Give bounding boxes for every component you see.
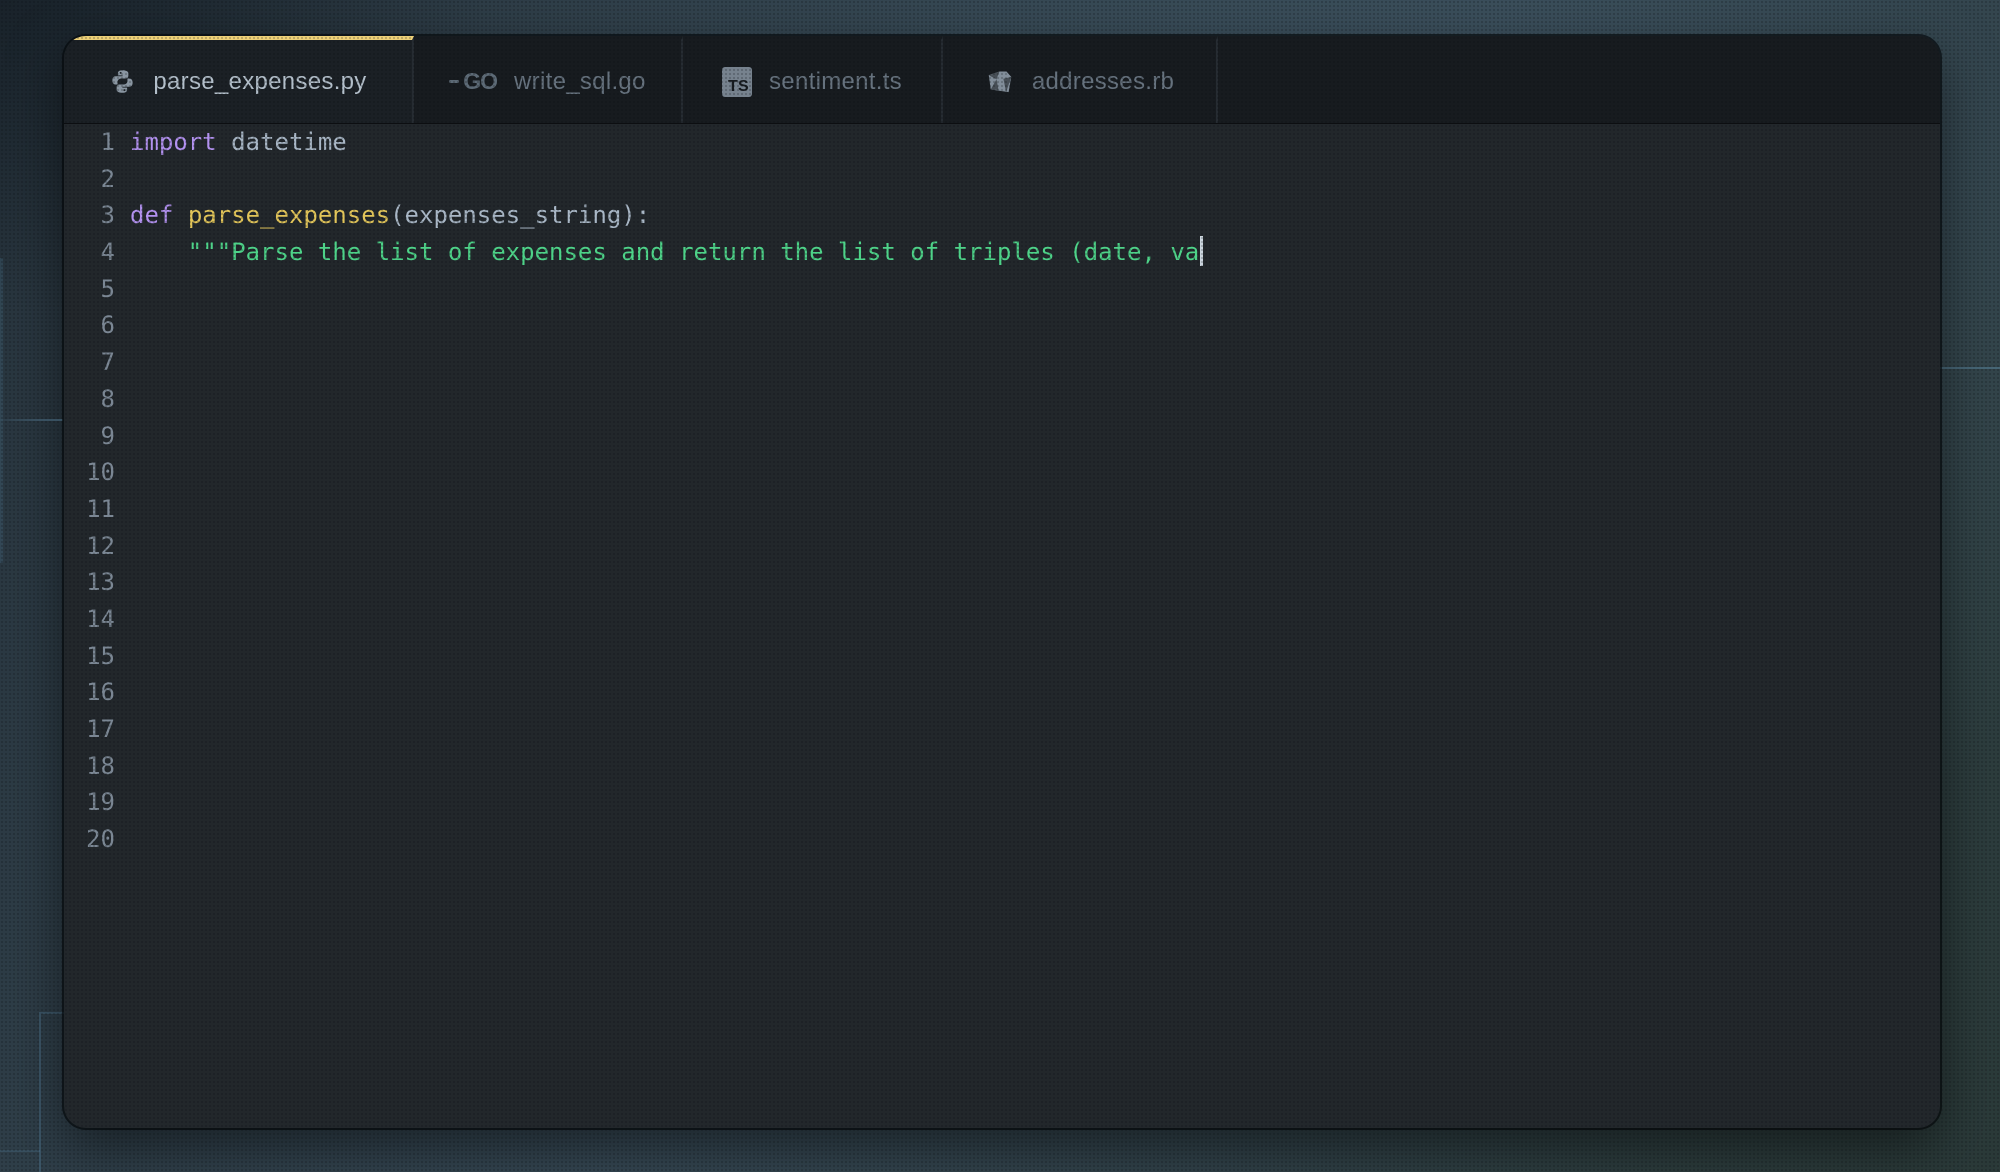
tab-write-sql-go[interactable]: GO write_sql.go (414, 36, 683, 123)
line-number: 7 (100, 348, 115, 377)
line-number: 8 (100, 384, 115, 413)
desktop-background: { "tabs": [ { "label": "parse_expenses.p… (0, 0, 2000, 1172)
line-number: 14 (86, 604, 115, 633)
code-line[interactable]: 7 (64, 344, 1940, 381)
tab-parse-expenses-py[interactable]: parse_expenses.py (64, 36, 414, 123)
text-cursor (1200, 236, 1204, 267)
code-text: def parse_expenses(expenses_string): (130, 201, 651, 230)
line-number: 9 (100, 421, 115, 450)
line-number: 17 (86, 715, 115, 743)
code-line[interactable]: 12 (64, 528, 1940, 565)
code-line[interactable]: 5 (64, 271, 1940, 308)
code-line[interactable]: 9 (64, 418, 1940, 455)
code-line[interactable]: 4 """Parse the list of expenses and retu… (64, 234, 1940, 271)
tab-label: parse_expenses.py (153, 67, 367, 95)
line-number: 3 (100, 201, 115, 230)
code-line[interactable]: 1 import datetime (64, 124, 1940, 161)
line-number: 6 (100, 311, 115, 340)
line-number: 19 (86, 788, 115, 817)
code-line[interactable]: 20 (64, 821, 1940, 858)
code-area[interactable]: 1 import datetime 2 3 def parse_expenses(exp… (64, 124, 1940, 1127)
go-icon: GO (449, 68, 498, 95)
code-editor-window: parse_expenses.py GO write_sql.go TS sen… (64, 36, 1940, 1128)
tab-bar: parse_expenses.py GO write_sql.go TS sen… (64, 36, 1940, 124)
code-line[interactable]: 6 (64, 307, 1940, 344)
code-line[interactable]: 10 (64, 454, 1940, 491)
code-line[interactable]: 16 (64, 674, 1940, 711)
code-line[interactable]: 15 (64, 638, 1940, 675)
code-line[interactable]: 18 (64, 748, 1940, 785)
line-number: 13 (86, 568, 115, 597)
code-text: """Parse the list of expenses and return… (115, 234, 1204, 271)
line-number: 2 (100, 164, 115, 193)
background-circuit-line (0, 419, 63, 421)
line-number: 4 (100, 238, 115, 267)
code-line[interactable]: 3 def parse_expenses(expenses_string): (64, 197, 1940, 234)
code-line[interactable]: 11 (64, 491, 1940, 528)
line-number: 5 (100, 274, 115, 303)
code-line[interactable]: 13 (64, 564, 1940, 601)
line-number: 10 (86, 458, 115, 487)
background-circuit-line (0, 1150, 40, 1152)
background-circuit-line (1939, 367, 2000, 369)
ruby-icon (985, 67, 1015, 97)
tab-addresses-rb[interactable]: addresses.rb (943, 36, 1218, 123)
code-text: import datetime (130, 128, 347, 156)
tab-label: write_sql.go (514, 67, 646, 95)
line-number: 1 (100, 128, 115, 156)
line-number: 16 (86, 678, 115, 707)
code-line[interactable]: 8 (64, 381, 1940, 418)
tab-label: sentiment.ts (769, 67, 902, 95)
line-number: 15 (86, 641, 115, 670)
code-line[interactable]: 17 (64, 711, 1940, 748)
tab-label: addresses.rb (1031, 67, 1175, 95)
code-line[interactable]: 19 (64, 784, 1940, 821)
line-number: 20 (86, 825, 115, 854)
typescript-icon: TS (722, 66, 752, 97)
line-number: 12 (86, 531, 115, 560)
line-number: 11 (86, 494, 115, 523)
code-line[interactable]: 2 (64, 161, 1940, 198)
background-accent-line (0, 258, 3, 563)
tab-sentiment-ts[interactable]: TS sentiment.ts (683, 36, 943, 123)
line-number: 18 (86, 751, 115, 780)
python-icon (109, 68, 136, 95)
code-line[interactable]: 14 (64, 601, 1940, 638)
